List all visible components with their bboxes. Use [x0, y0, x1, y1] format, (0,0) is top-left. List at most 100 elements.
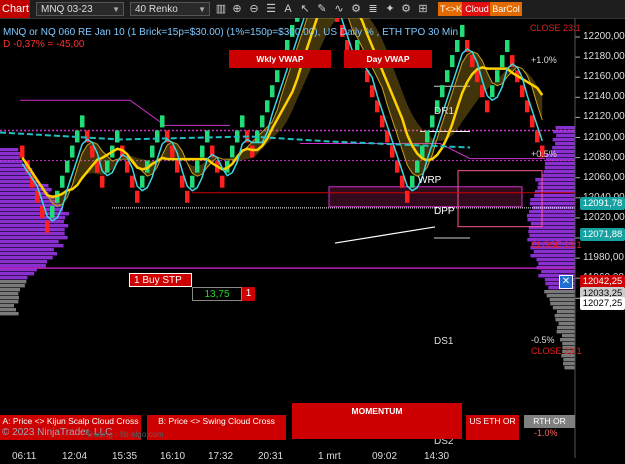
profile-bar — [556, 126, 575, 129]
properties-icon[interactable]: ≣ — [366, 2, 380, 16]
bar-type-selector[interactable]: 40 Renko ▼ — [130, 2, 210, 16]
profile-bar — [557, 310, 575, 313]
settings-icon[interactable]: ⚙ — [399, 2, 413, 16]
profile-bar — [0, 292, 18, 295]
renko-brick — [220, 176, 225, 188]
renko-brick — [520, 85, 525, 97]
renko-brick — [430, 115, 435, 127]
pointer-icon[interactable]: ↖ — [298, 2, 312, 16]
price-axis-label: 12140,00 — [583, 91, 623, 102]
profile-bar — [547, 294, 575, 297]
text-icon[interactable]: A — [281, 2, 295, 16]
zoom-in-icon[interactable]: ⊕ — [230, 2, 244, 16]
profile-bar — [550, 302, 575, 305]
cancel-order-icon[interactable]: ✕ — [559, 275, 573, 289]
profile-bar — [0, 312, 19, 315]
renko-brick — [275, 70, 280, 82]
order-quantity-box[interactable]: 1 — [242, 287, 255, 301]
profile-bar — [534, 250, 575, 253]
renko-brick — [200, 146, 205, 158]
plus-one-percent: +1.0% — [531, 55, 557, 65]
profile-bar — [555, 318, 575, 321]
price-axis-label: 12160,00 — [583, 71, 623, 82]
zoom-out-icon[interactable]: ⊖ — [247, 2, 261, 16]
profile-bar — [563, 362, 575, 365]
instrument-selector[interactable]: MNQ 03-23 ▼ — [36, 2, 124, 16]
profile-bar — [0, 232, 65, 235]
renko-brick — [70, 146, 75, 158]
tk-toggle-button[interactable]: T<>K — [438, 2, 464, 16]
profile-bar — [537, 186, 575, 189]
daily-delta: D -0,37% = -45,00 — [3, 39, 84, 50]
renko-brick — [270, 85, 275, 97]
renko-brick — [115, 130, 120, 142]
renko-brick — [445, 70, 450, 82]
profile-bar — [0, 148, 18, 151]
renko-brick — [230, 146, 235, 158]
renko-brick — [250, 146, 255, 158]
profile-bar — [557, 330, 575, 333]
time-axis-label: 14:30 — [424, 451, 449, 462]
price-axis-label: 12200,00 — [583, 31, 623, 42]
star-icon[interactable]: ✦ — [383, 2, 397, 16]
renko-brick — [60, 176, 65, 188]
close-label-mid: CLOSE 23:1 — [531, 240, 582, 250]
profile-bar — [536, 258, 575, 261]
cloud-toggle-button[interactable]: Cloud — [462, 2, 492, 16]
plus-half-percent: +0.5% — [531, 149, 557, 159]
us-eth-or-button[interactable]: US ETH OR — [466, 415, 519, 440]
profile-bar — [553, 138, 575, 141]
renko-brick — [160, 115, 165, 127]
profile-bar — [0, 304, 14, 307]
profile-bar — [545, 162, 575, 165]
chevron-down-icon: ▼ — [198, 3, 206, 17]
draw-icon[interactable]: ✎ — [315, 2, 329, 16]
chart-tab[interactable]: Chart — [0, 0, 30, 18]
time-axis-label: 06:11 — [12, 451, 36, 462]
swing-cloud-cross-button[interactable]: B: Price <> Swing Cloud Cross — [147, 415, 286, 440]
profile-bar — [535, 178, 575, 181]
grid-icon[interactable]: ⊞ — [416, 2, 430, 16]
price-axis-label: 12100,00 — [583, 132, 623, 143]
profile-bar — [541, 270, 575, 273]
instrument-value: MNQ 03-23 — [41, 4, 93, 15]
renko-brick — [150, 146, 155, 158]
profile-bar — [530, 198, 575, 201]
buy-stop-order-label[interactable]: 1 Buy STP — [129, 273, 192, 287]
renko-brick — [20, 146, 25, 158]
trend-line — [335, 227, 435, 243]
order-price-box[interactable]: 13,75 — [192, 287, 242, 301]
dr1-label: DR1 — [434, 106, 454, 117]
bar-type-value: 40 Renko — [135, 4, 178, 15]
ds1-label: DS1 — [434, 336, 453, 347]
profile-bar — [560, 338, 575, 341]
list-icon[interactable]: ☰ — [264, 2, 278, 16]
profile-bar — [0, 220, 64, 223]
chart-toolbar: Chart MNQ 03-23 ▼ 40 Renko ▼ ▥ ⊕ ⊖ ☰ A ↖… — [0, 0, 625, 19]
barcol-toggle-button[interactable]: BarCol — [490, 2, 522, 16]
profile-bar — [0, 152, 22, 155]
profile-bar — [543, 170, 575, 173]
renko-brick — [415, 161, 420, 173]
profile-bar — [555, 314, 575, 317]
minus-half-percent: -0.5% — [531, 335, 555, 345]
order-zone-box — [329, 187, 522, 207]
strategy-icon[interactable]: ⚙ — [349, 2, 363, 16]
renko-brick — [240, 115, 245, 127]
renko-brick — [505, 40, 510, 52]
indicator-icon[interactable]: ∿ — [332, 2, 346, 16]
rth-or-button[interactable]: RTH OR — [524, 415, 575, 428]
profile-bar — [538, 262, 575, 265]
profile-bar — [0, 288, 20, 291]
profile-bar — [563, 358, 575, 361]
profile-bar — [534, 194, 575, 197]
bars-icon[interactable]: ▥ — [214, 2, 228, 16]
profile-bar — [543, 174, 575, 177]
price-axis-label: 12120,00 — [583, 111, 623, 122]
profile-bar — [562, 342, 575, 345]
watermark-text: Trading - fib-algo.com — [86, 430, 164, 439]
momentum-panel: MOMENTUM — [292, 403, 462, 439]
profile-bar — [0, 308, 16, 311]
price-tag: 12091,78 — [580, 197, 625, 210]
profile-bar — [0, 196, 54, 199]
